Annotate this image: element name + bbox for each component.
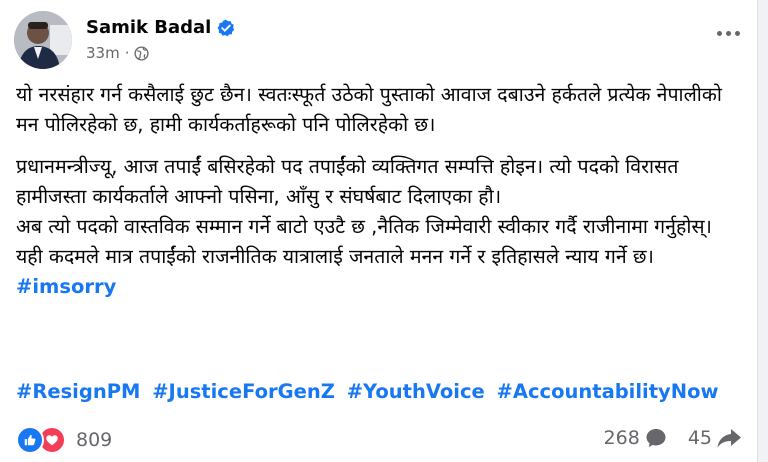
comment-icon — [646, 429, 666, 447]
author-name-row: Samik Badal — [86, 17, 235, 38]
post-paragraph: अब त्यो पदको वास्तविक सम्मान गर्ने बाटो … — [16, 212, 742, 302]
post-paragraph-text: अब त्यो पदको वास्तविक सम्मान गर्ने बाटो … — [16, 215, 712, 268]
like-icon — [16, 426, 44, 454]
verified-badge-icon — [217, 19, 235, 37]
globe-icon[interactable] — [134, 45, 150, 61]
shares-stat[interactable]: 45 — [688, 426, 742, 450]
post-text: यो नरसंहार गर्न कसैलाई छुट छैन। स्वतःस्फ… — [16, 80, 742, 302]
hashtag-link[interactable]: #imsorry — [16, 275, 116, 298]
hashtag-link[interactable]: #ResignPM — [16, 380, 140, 403]
hashtag-list: #ResignPM #JusticeForGenZ #YouthVoice #A… — [16, 380, 752, 403]
hashtag-link[interactable]: #JusticeForGenZ — [152, 380, 335, 403]
post-card: Samik Badal 33m · यो नरसंहार गर्न कसैलाई… — [0, 0, 758, 462]
post-time[interactable]: 33m — [86, 44, 120, 62]
post-stats: 268 45 — [584, 426, 742, 450]
hashtag-link[interactable]: #AccountabilityNow — [497, 380, 719, 403]
meta-separator: · — [124, 44, 130, 62]
reactions-summary[interactable]: 809 — [16, 426, 112, 454]
comment-count: 268 — [603, 427, 640, 449]
share-count: 45 — [687, 427, 712, 449]
post-meta: 33m · — [86, 44, 150, 62]
post-footer: 809 268 45 — [16, 424, 742, 456]
comments-stat[interactable]: 268 — [604, 426, 668, 450]
author-avatar[interactable] — [14, 11, 72, 69]
post-header: Samik Badal 33m · — [14, 11, 754, 69]
author-name[interactable]: Samik Badal — [86, 17, 211, 38]
post-paragraph: प्रधानमन्त्रीज्यू, आज तपाईं बसिरहेको पद … — [16, 155, 679, 208]
share-icon — [717, 429, 741, 448]
hashtag-link[interactable]: #YouthVoice — [347, 380, 485, 403]
reaction-count: 809 — [76, 429, 113, 451]
more-options-icon[interactable] — [712, 21, 744, 45]
post-paragraph: यो नरसंहार गर्न कसैलाई छुट छैन। स्वतःस्फ… — [16, 83, 722, 136]
